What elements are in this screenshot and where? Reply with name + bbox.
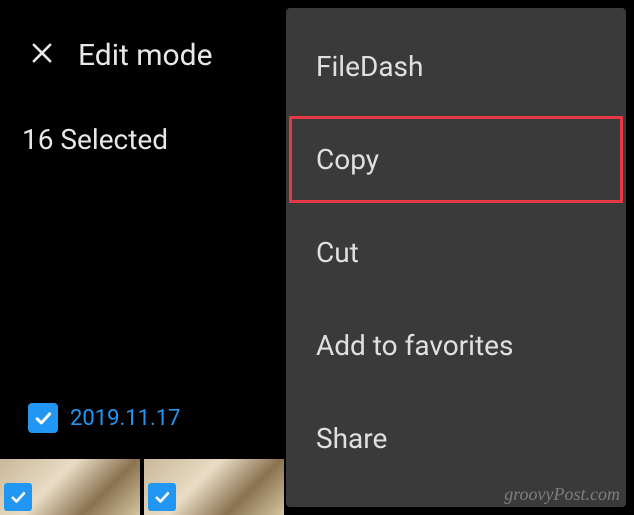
menu-item-add-to-favorites[interactable]: Add to favorites <box>286 299 626 392</box>
menu-item-cut[interactable]: Cut <box>286 206 626 299</box>
thumbnail-checkbox[interactable] <box>148 483 176 511</box>
photo-thumbnail[interactable] <box>144 459 284 515</box>
thumbnail-checkbox[interactable] <box>4 483 32 511</box>
close-icon[interactable] <box>28 39 56 72</box>
menu-item-filedash[interactable]: FileDash <box>286 20 626 113</box>
date-label: 2019.11.17 <box>70 406 181 431</box>
photo-thumbnail[interactable] <box>0 459 140 515</box>
page-title: Edit mode <box>78 38 213 73</box>
menu-item-share[interactable]: Share <box>286 392 626 485</box>
context-menu: FileDash Copy Cut Add to favorites Share <box>286 8 626 507</box>
thumbnail-strip <box>0 459 284 515</box>
menu-item-copy[interactable]: Copy <box>286 113 626 206</box>
date-checkbox[interactable] <box>28 403 58 433</box>
watermark: groovyPost.com <box>504 484 620 505</box>
date-group[interactable]: 2019.11.17 <box>28 403 181 433</box>
